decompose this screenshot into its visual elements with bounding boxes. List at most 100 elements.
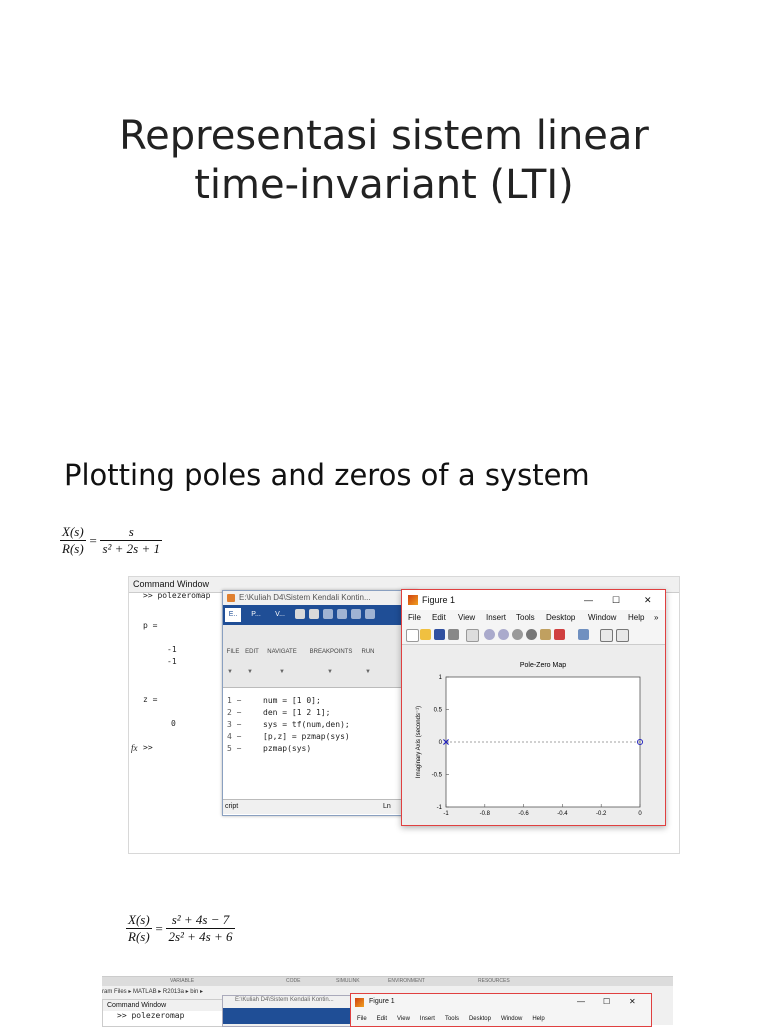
pointer-icon[interactable] bbox=[466, 629, 479, 642]
menu-desktop[interactable]: Desktop bbox=[546, 613, 575, 622]
matlab-icon bbox=[227, 594, 235, 602]
eq2-lhs-den: R(s) bbox=[128, 929, 150, 944]
line-number: 1 − bbox=[227, 696, 242, 705]
y-tick-label: 0 bbox=[439, 740, 443, 746]
paste-icon[interactable] bbox=[351, 609, 361, 619]
menu-help[interactable]: Help bbox=[532, 1016, 544, 1022]
tab-view[interactable]: V... bbox=[271, 608, 289, 622]
x-tick-label: -0.8 bbox=[480, 811, 491, 817]
figure-title: Figure 1 bbox=[422, 595, 456, 605]
close-button[interactable]: ✕ bbox=[644, 590, 652, 610]
rotate-icon[interactable] bbox=[526, 629, 537, 640]
status-left: cript bbox=[225, 803, 239, 810]
x-tick-label: -0.2 bbox=[596, 811, 607, 817]
menu-file[interactable]: File bbox=[408, 613, 421, 622]
menu-view[interactable]: View bbox=[397, 1016, 410, 1022]
ribbon-run[interactable]: RUN bbox=[359, 649, 377, 655]
save-icon[interactable] bbox=[434, 629, 445, 640]
editor-status-bar: cript Ln bbox=[223, 799, 417, 814]
menu-desktop[interactable]: Desktop bbox=[469, 1016, 491, 1022]
ribbon-edit[interactable]: EDIT bbox=[243, 649, 261, 655]
line-number: 2 − bbox=[227, 708, 242, 717]
ribbon-file[interactable]: FILE bbox=[225, 649, 241, 655]
zoom-out-icon[interactable] bbox=[498, 629, 509, 640]
chart-title: Pole-Zero Map bbox=[520, 662, 566, 669]
ribbon-breakpoints[interactable]: BREAKPOINTS bbox=[307, 649, 355, 655]
path-breadcrumb[interactable]: ram Files ▸ MATLAB ▸ R2013a ▸ bin ▸ bbox=[102, 988, 203, 995]
code-line[interactable]: 4 − [p,z] = pzmap(sys) bbox=[223, 731, 417, 743]
y-tick-label: -1 bbox=[437, 805, 443, 811]
menu-tools[interactable]: Tools bbox=[445, 1016, 459, 1022]
menu-edit[interactable]: Edit bbox=[377, 1016, 387, 1022]
maximize-button[interactable]: ☐ bbox=[603, 997, 610, 1006]
pan-icon[interactable] bbox=[512, 629, 523, 640]
section-simulink: SIMULINK bbox=[336, 978, 360, 984]
menu-edit[interactable]: Edit bbox=[432, 613, 446, 622]
chevron-down-icon[interactable]: ▼ bbox=[365, 669, 371, 675]
y-axis-label: Imaginary Axis (seconds⁻¹) bbox=[416, 706, 422, 778]
equation-2: X(s) R(s) = s² + 4s − 7 2s² + 4s + 6 bbox=[126, 912, 235, 945]
x-tick-label: -0.6 bbox=[518, 811, 529, 817]
section-environment: ENVIRONMENT bbox=[388, 978, 425, 984]
copy-icon[interactable] bbox=[337, 609, 347, 619]
code-line[interactable]: 1 − num = [1 0]; bbox=[223, 695, 417, 707]
minimize-button[interactable]: — bbox=[584, 590, 593, 610]
brush-icon[interactable] bbox=[554, 629, 565, 640]
editor2-tab-bar bbox=[223, 1008, 357, 1024]
menu-view[interactable]: View bbox=[458, 613, 475, 622]
menu-insert[interactable]: Insert bbox=[486, 613, 506, 622]
menu-window[interactable]: Window bbox=[501, 1016, 522, 1022]
x-tick-label: -1 bbox=[443, 811, 449, 817]
slide-title-line1: Representasi sistem linear bbox=[119, 113, 649, 159]
menu-insert[interactable]: Insert bbox=[420, 1016, 435, 1022]
editor-window[interactable]: E:\Kuliah D4\Sistem Kendali Kontin... E.… bbox=[222, 590, 418, 816]
editor-title-text: E:\Kuliah D4\Sistem Kendali Kontin... bbox=[239, 593, 371, 602]
legend-icon[interactable] bbox=[616, 629, 629, 642]
eq1-rhs-num: s bbox=[100, 524, 163, 541]
cw-p-label: p = bbox=[143, 621, 158, 630]
minimize-button[interactable]: — bbox=[577, 997, 585, 1006]
figure2-title: Figure 1 bbox=[369, 998, 395, 1005]
slide-title-line2: time-invariant (LTI) bbox=[194, 162, 574, 208]
figure-window-2[interactable]: Figure 1 — ☐ ✕ File Edit View Insert Tools De… bbox=[350, 993, 652, 1027]
code-line[interactable]: 3 − sys = tf(num,den); bbox=[223, 719, 417, 731]
maximize-button[interactable]: ☐ bbox=[612, 590, 620, 610]
disk-icon[interactable] bbox=[309, 609, 319, 619]
figure-window[interactable]: Figure 1 — ☐ ✕ File Edit View Insert Too… bbox=[401, 589, 666, 826]
cw-z-val: 0 bbox=[171, 719, 176, 728]
print-icon[interactable] bbox=[448, 629, 459, 640]
close-button[interactable]: ✕ bbox=[629, 997, 636, 1006]
cut-icon[interactable] bbox=[323, 609, 333, 619]
zoom-in-icon[interactable] bbox=[484, 629, 495, 640]
menu-help[interactable]: Help bbox=[628, 613, 644, 622]
code-line[interactable]: 5 − pzmap(sys) bbox=[223, 743, 417, 755]
data-cursor-icon[interactable] bbox=[540, 629, 551, 640]
code-area[interactable]: 1 − num = [1 0]; 2 − den = [1 2 1]; 3 − sys =… bbox=[223, 691, 417, 797]
editor-window-2[interactable]: E:\Kuliah D4\Sistem Kendali Kontin... bbox=[222, 995, 358, 1027]
chevron-down-icon[interactable]: ▼ bbox=[247, 669, 253, 675]
tab-editor[interactable]: E.. bbox=[225, 608, 241, 622]
new-figure-icon[interactable] bbox=[406, 629, 419, 642]
save-icon[interactable] bbox=[295, 609, 305, 619]
menu-tools[interactable]: Tools bbox=[516, 613, 535, 622]
open-icon[interactable] bbox=[420, 629, 431, 640]
editor-title: E:\Kuliah D4\Sistem Kendali Kontin... bbox=[223, 591, 417, 605]
chevron-down-icon[interactable]: ▼ bbox=[327, 669, 333, 675]
matlab-desktop-2: VARIABLE CODE SIMULINK ENVIRONMENT RESOU… bbox=[102, 976, 673, 1027]
eq2-rhs-num: s² + 4s − 7 bbox=[166, 912, 235, 929]
fx-icon[interactable]: fx bbox=[131, 743, 138, 753]
chevron-down-icon[interactable]: ▼ bbox=[227, 669, 233, 675]
cw-prompt[interactable]: >> bbox=[143, 743, 153, 752]
tab-publish[interactable]: P... bbox=[245, 608, 267, 622]
y-tick-label: 1 bbox=[439, 675, 443, 681]
pole-zero-chart: Pole-Zero Map Imaginary Axis (seconds⁻¹) -… bbox=[416, 662, 644, 817]
link-icon[interactable] bbox=[578, 629, 589, 640]
code-line[interactable]: 2 − den = [1 2 1]; bbox=[223, 707, 417, 719]
menu-overflow[interactable]: » bbox=[654, 613, 658, 622]
menu-file[interactable]: File bbox=[357, 1016, 367, 1022]
ribbon-navigate[interactable]: NAVIGATE bbox=[265, 649, 299, 655]
undo-icon[interactable] bbox=[365, 609, 375, 619]
menu-window[interactable]: Window bbox=[588, 613, 616, 622]
chevron-down-icon[interactable]: ▼ bbox=[279, 669, 285, 675]
colorbar-icon[interactable] bbox=[600, 629, 613, 642]
